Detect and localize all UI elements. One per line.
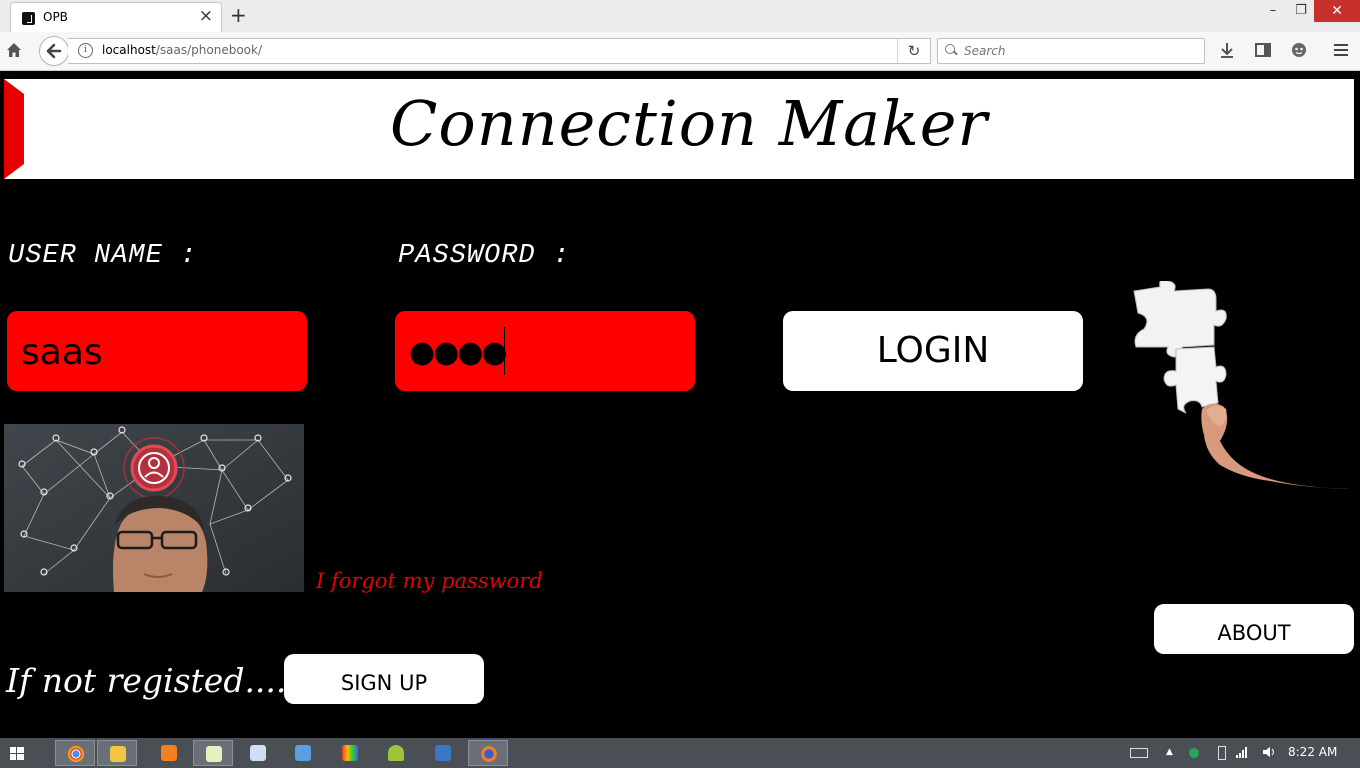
text-caret [504, 327, 505, 375]
xampp-icon[interactable] [149, 740, 189, 766]
os-taskbar: ▲ 8:22 AM [0, 738, 1360, 768]
site-title: Connection Maker [389, 87, 989, 160]
about-button[interactable]: ABOUT [1154, 604, 1354, 654]
site-header: Connection Maker [4, 79, 1354, 179]
color-app-icon[interactable] [330, 740, 370, 766]
computer-icon[interactable] [283, 740, 323, 766]
browser-tab[interactable]: OPB × [10, 2, 222, 33]
menu-icon[interactable] [1332, 41, 1350, 59]
reload-icon[interactable]: ↻ [897, 39, 930, 63]
download-icon[interactable] [1218, 41, 1236, 59]
home-icon[interactable] [6, 42, 22, 58]
puzzle-hand-image [1133, 281, 1350, 489]
battery-icon[interactable] [1218, 746, 1226, 760]
account-icon[interactable] [1290, 41, 1308, 59]
maximize-button[interactable]: ❐ [1286, 0, 1316, 22]
address-bar[interactable]: i localhost/saas/phonebook/ ↻ [68, 38, 931, 64]
site-info-icon[interactable]: i [78, 43, 93, 58]
start-icon[interactable] [10, 747, 24, 760]
firefox-icon[interactable] [468, 740, 508, 766]
signup-button[interactable]: SIGN UP [284, 654, 484, 704]
back-arrow-icon[interactable] [39, 36, 69, 66]
virtualbox-icon[interactable] [423, 740, 463, 766]
password-label: PASSWORD : [398, 241, 571, 271]
login-button[interactable]: LOGIN [783, 311, 1083, 391]
password-field[interactable] [395, 311, 695, 393]
forgot-password-link[interactable]: I forgot my password [316, 569, 543, 593]
browser-nav-bar: i localhost/saas/phonebook/ ↻ [0, 32, 1360, 71]
search-input[interactable] [962, 42, 1196, 60]
notepad-icon[interactable] [193, 740, 233, 766]
site-favicon-icon [22, 12, 35, 25]
username-label: USER NAME : [8, 241, 198, 271]
keyboard-icon[interactable] [1130, 748, 1148, 758]
url-text[interactable]: localhost/saas/phonebook/ [102, 43, 262, 57]
document-icon[interactable] [238, 740, 278, 766]
username-input[interactable] [19, 311, 303, 393]
volume-icon[interactable] [1262, 746, 1276, 758]
search-bar[interactable] [937, 38, 1205, 64]
new-tab-icon[interactable]: + [230, 4, 247, 26]
android-icon[interactable] [376, 740, 416, 766]
show-hidden-icons-icon[interactable]: ▲ [1166, 747, 1180, 759]
chrome-icon[interactable] [55, 740, 95, 766]
tab-title: OPB [43, 10, 68, 24]
page-content: Connection Maker USER NAME : PASSWORD : … [0, 71, 1360, 738]
search-icon [945, 44, 955, 54]
close-tab-icon[interactable]: × [199, 6, 213, 26]
browser-tab-bar: OPB × + – ❐ ✕ [0, 0, 1360, 33]
username-field[interactable] [7, 311, 307, 393]
password-input[interactable] [407, 311, 691, 393]
minimize-button[interactable]: – [1258, 0, 1288, 22]
security-status-icon[interactable] [1189, 748, 1199, 758]
clock-time[interactable]: 8:22 AM [1288, 745, 1337, 759]
signal-icon[interactable] [1236, 746, 1250, 758]
not-registered-text: If not registed.... [6, 661, 287, 700]
close-window-button[interactable]: ✕ [1314, 0, 1360, 22]
network-person-image [4, 424, 304, 592]
reader-view-icon[interactable] [1254, 41, 1272, 59]
file-explorer-icon[interactable] [97, 740, 137, 766]
